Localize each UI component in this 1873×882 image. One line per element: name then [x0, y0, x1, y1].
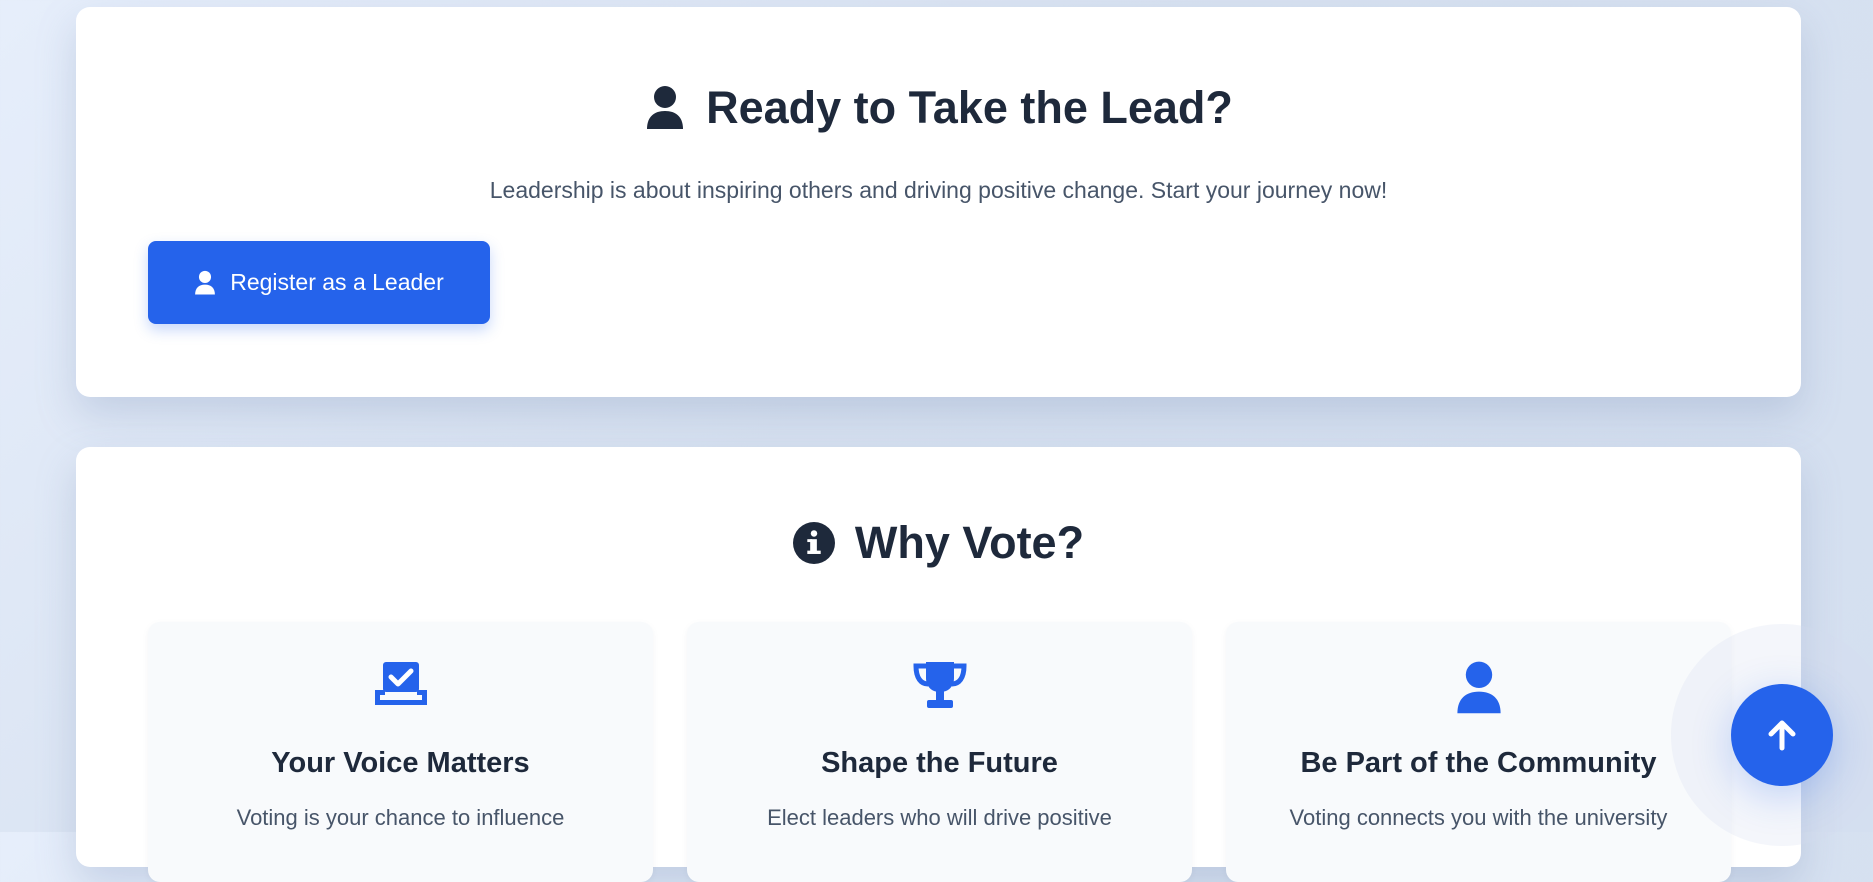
- user-icon: [1226, 660, 1731, 716]
- register-leader-button[interactable]: Register as a Leader: [148, 241, 490, 324]
- info-circle-icon: [792, 519, 835, 567]
- scroll-to-top-button[interactable]: [1731, 684, 1833, 786]
- feature-card-voice: Your Voice Matters Voting is your chance…: [148, 622, 653, 882]
- leadership-subtitle: Leadership is about inspiring others and…: [489, 177, 1388, 203]
- leadership-card: Ready to Take the Lead? Leadership is ab…: [76, 7, 1801, 397]
- why-vote-card: Why Vote? Your Voice Matters Voting is y…: [76, 447, 1801, 882]
- vote-box-icon: [148, 660, 653, 706]
- user-icon: [644, 84, 686, 132]
- why-vote-heading: Why Vote?: [76, 517, 1801, 569]
- user-icon: [194, 270, 216, 296]
- arrow-up-icon: [1767, 719, 1797, 751]
- feature-description: Voting connects you with the university: [1289, 805, 1668, 830]
- trophy-icon: [687, 660, 1192, 710]
- leadership-title: Ready to Take the Lead?: [706, 82, 1233, 133]
- feature-title: Shape the Future: [821, 747, 1058, 779]
- feature-card-community: Be Part of the Community Voting connects…: [1226, 622, 1731, 882]
- feature-title: Your Voice Matters: [271, 747, 530, 779]
- why-vote-title: Why Vote?: [854, 517, 1085, 568]
- leadership-heading: Ready to Take the Lead?: [76, 82, 1801, 134]
- feature-card-future: Shape the Future Elect leaders who will …: [687, 622, 1192, 882]
- register-leader-label: Register as a Leader: [230, 269, 444, 295]
- feature-description: Voting is your chance to influence: [236, 805, 565, 830]
- feature-description: Elect leaders who will drive positive: [767, 805, 1112, 830]
- feature-title: Be Part of the Community: [1300, 747, 1657, 779]
